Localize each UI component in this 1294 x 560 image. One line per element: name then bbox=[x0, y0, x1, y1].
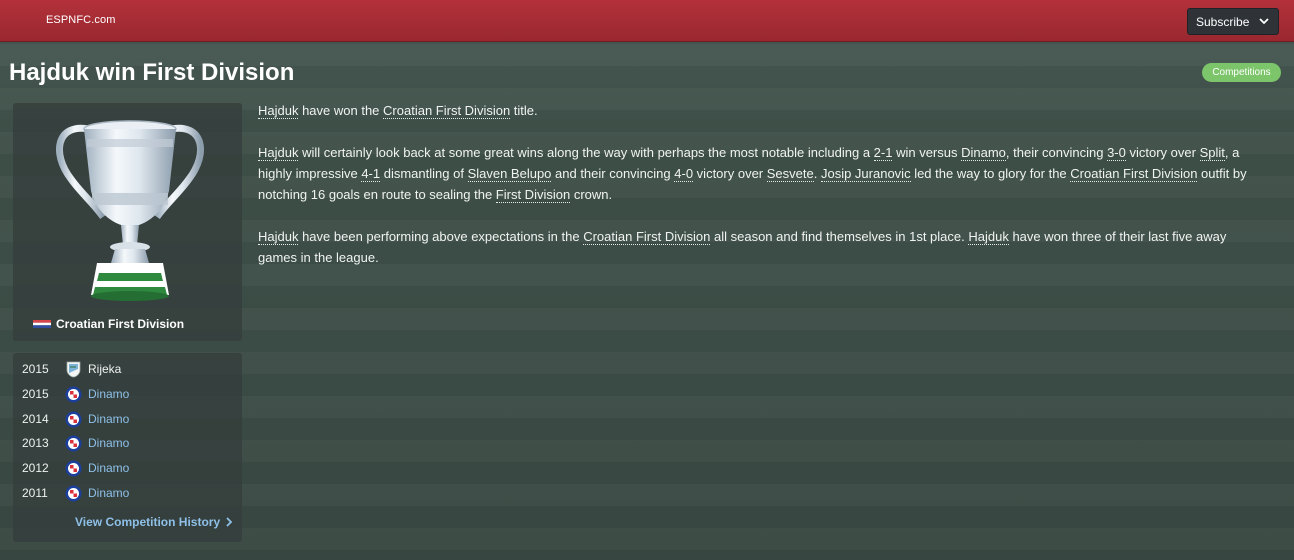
match-link[interactable]: 3-0 bbox=[1107, 145, 1126, 161]
player-link[interactable]: Josip Juranovic bbox=[820, 166, 911, 182]
history-year: 2012 bbox=[22, 461, 49, 475]
history-year: 2015 bbox=[22, 362, 49, 376]
article-paragraph: Hajduk have won the Croatian First Divis… bbox=[258, 100, 1268, 121]
competition-name: Croatian First Division bbox=[56, 317, 185, 331]
history-team-link[interactable]: Dinamo bbox=[88, 436, 129, 450]
brand-label: ESPNFC.com bbox=[46, 14, 116, 26]
dinamo-badge-icon bbox=[65, 435, 82, 452]
article-text: all season and find themselves in 1st pl… bbox=[710, 229, 969, 244]
history-row: 2012 Dinamo bbox=[13, 456, 242, 480]
category-tag[interactable]: Competitions bbox=[1202, 63, 1281, 82]
dinamo-badge-icon bbox=[65, 411, 82, 428]
article-text: victory over bbox=[1125, 145, 1200, 160]
team-link-hajduk[interactable]: Hajduk bbox=[968, 229, 1009, 245]
team-link-hajduk[interactable]: Hajduk bbox=[258, 103, 299, 119]
article-text: dismantling of bbox=[380, 166, 468, 181]
chevron-down-icon bbox=[1259, 18, 1269, 25]
article-text: and their convincing bbox=[551, 166, 675, 181]
rijeka-badge-icon bbox=[66, 361, 81, 378]
view-competition-history-link[interactable]: View Competition History bbox=[75, 515, 233, 529]
history-row: 2011 Dinamo bbox=[13, 481, 242, 505]
article-paragraph: Hajduk have been performing above expect… bbox=[258, 226, 1268, 268]
dinamo-badge-icon bbox=[65, 460, 82, 477]
article-text: have won the bbox=[298, 103, 384, 118]
team-link-split[interactable]: Split bbox=[1199, 145, 1225, 161]
article-text: , their convincing bbox=[1005, 145, 1108, 160]
article-text: . bbox=[813, 166, 821, 181]
team-link-hajduk[interactable]: Hajduk bbox=[258, 229, 299, 245]
competition-link[interactable]: Croatian First Division bbox=[383, 103, 511, 119]
dinamo-badge-icon bbox=[65, 485, 82, 502]
team-link-slaven-belupo[interactable]: Slaven Belupo bbox=[467, 166, 552, 182]
history-year: 2015 bbox=[22, 387, 49, 401]
history-row: 2013 Dinamo bbox=[13, 431, 242, 455]
article-text: led the way to glory for the bbox=[910, 166, 1071, 181]
article-text: will certainly look back at some great w… bbox=[298, 145, 874, 160]
view-history-label: View Competition History bbox=[75, 515, 221, 529]
competition-history-panel: 2015 Rijeka 2015 Dinamo 2014 Dinamo 2013 bbox=[13, 353, 242, 542]
match-link[interactable]: 4-0 bbox=[674, 166, 694, 182]
team-link-sesvete[interactable]: Sesvete bbox=[766, 166, 814, 182]
history-team: Rijeka bbox=[88, 362, 122, 376]
subscribe-label: Subscribe bbox=[1196, 14, 1250, 29]
trophy-panel: Croatian First Division bbox=[13, 103, 242, 341]
article-text: title. bbox=[510, 103, 538, 118]
top-bar: ESPNFC.com Subscribe bbox=[0, 0, 1294, 42]
competition-link[interactable]: Croatian First Division bbox=[583, 229, 711, 245]
history-team-link[interactable]: Dinamo bbox=[88, 387, 129, 401]
match-link[interactable]: 4-1 bbox=[361, 166, 381, 182]
competition-link[interactable]: Croatian First Division bbox=[1070, 166, 1198, 182]
article-text: victory over bbox=[693, 166, 767, 181]
article-text: win versus bbox=[892, 145, 962, 160]
history-row: 2015 Dinamo bbox=[13, 382, 242, 406]
croatia-flag-icon bbox=[33, 320, 51, 328]
chevron-right-icon bbox=[226, 517, 233, 527]
history-year: 2014 bbox=[22, 412, 49, 426]
history-year: 2011 bbox=[22, 486, 48, 500]
article-text: crown. bbox=[570, 187, 613, 202]
page-title: Hajduk win First Division bbox=[9, 59, 295, 86]
subscribe-button[interactable]: Subscribe bbox=[1187, 8, 1279, 35]
history-year: 2013 bbox=[22, 436, 49, 450]
match-link[interactable]: 2-1 bbox=[873, 145, 893, 161]
team-link-dinamo[interactable]: Dinamo bbox=[961, 145, 1006, 161]
dinamo-badge-icon bbox=[65, 386, 82, 403]
history-team-link[interactable]: Dinamo bbox=[88, 412, 129, 426]
history-row: 2015 Rijeka bbox=[13, 357, 242, 381]
history-team-link[interactable]: Dinamo bbox=[88, 486, 129, 500]
competition-row[interactable]: Croatian First Division bbox=[33, 317, 184, 331]
history-team-link[interactable]: Dinamo bbox=[88, 461, 129, 475]
history-row: 2014 Dinamo bbox=[13, 407, 242, 431]
trophy-icon bbox=[55, 120, 205, 301]
team-link-hajduk[interactable]: Hajduk bbox=[258, 145, 299, 161]
competition-link[interactable]: First Division bbox=[495, 187, 571, 203]
article-body: Hajduk have won the Croatian First Divis… bbox=[258, 100, 1268, 289]
article-paragraph: Hajduk will certainly look back at some … bbox=[258, 142, 1268, 205]
article-text: have been performing above expectations … bbox=[298, 229, 584, 244]
